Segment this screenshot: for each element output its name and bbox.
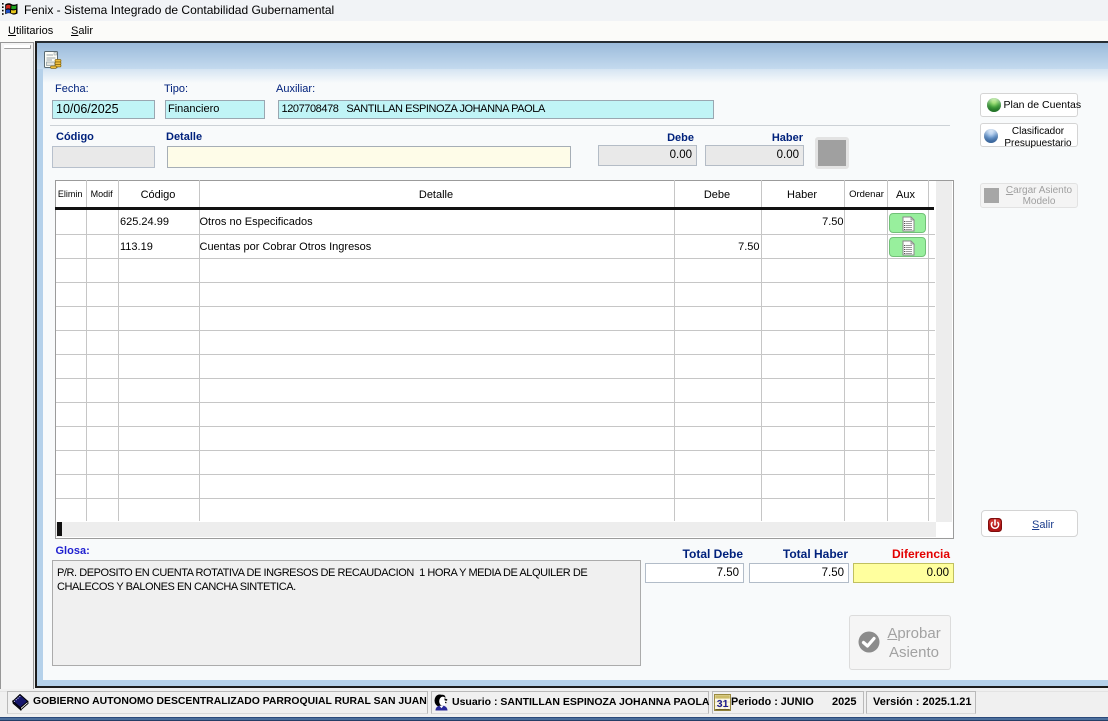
svg-text:31: 31 [716,698,728,710]
